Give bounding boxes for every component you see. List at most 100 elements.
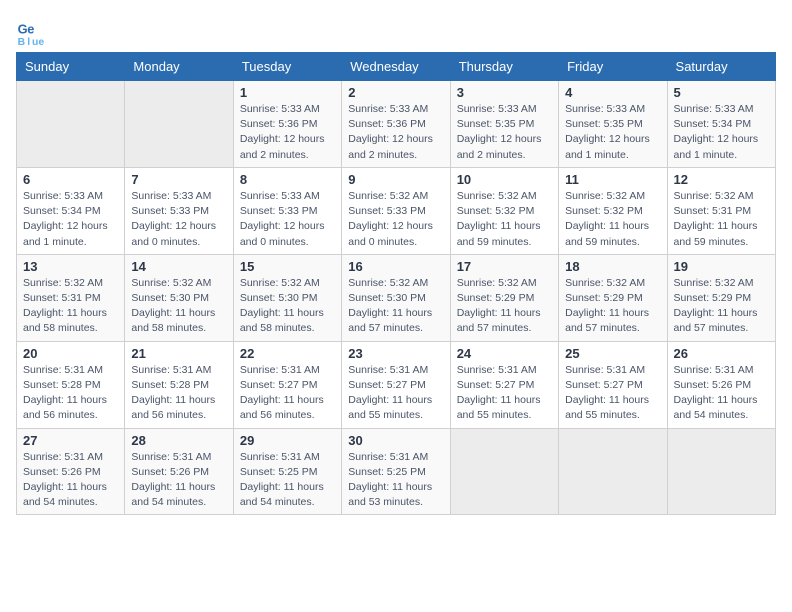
day-detail: Sunrise: 5:33 AM Sunset: 5:35 PM Dayligh… xyxy=(457,102,552,163)
day-detail: Sunrise: 5:32 AM Sunset: 5:29 PM Dayligh… xyxy=(565,276,660,337)
calendar-cell: 18Sunrise: 5:32 AM Sunset: 5:29 PM Dayli… xyxy=(559,254,667,341)
day-number: 25 xyxy=(565,346,660,361)
day-detail: Sunrise: 5:32 AM Sunset: 5:29 PM Dayligh… xyxy=(457,276,552,337)
calendar-cell: 29 Sunrise: 5:31 AM Sunset: 5:25 PM Dayli… xyxy=(233,428,341,515)
calendar-cell: 20 Sunrise: 5:31 AM Sunset: 5:28 PM Dayli… xyxy=(17,341,125,428)
calendar-cell xyxy=(667,428,775,515)
calendar-cell: 25Sunrise: 5:31 AM Sunset: 5:27 PM Dayli… xyxy=(559,341,667,428)
svg-text:l: l xyxy=(27,37,30,48)
day-detail: Sunrise: 5:31 AM Sunset: 5:27 PM Dayligh… xyxy=(240,363,335,424)
svg-text:e: e xyxy=(27,22,34,37)
day-detail: Sunrise: 5:32 AM Sunset: 5:31 PM Dayligh… xyxy=(23,276,118,337)
calendar-cell: 12Sunrise: 5:32 AM Sunset: 5:31 PM Dayli… xyxy=(667,167,775,254)
day-header-saturday: Saturday xyxy=(667,53,775,81)
day-detail: Sunrise: 5:31 AM Sunset: 5:25 PM Dayligh… xyxy=(240,450,335,511)
day-detail: Sunrise: 5:33 AM Sunset: 5:33 PM Dayligh… xyxy=(240,189,335,250)
day-detail: Sunrise: 5:32 AM Sunset: 5:32 PM Dayligh… xyxy=(565,189,660,250)
week-row-5: 27 Sunrise: 5:31 AM Sunset: 5:26 PM Dayli… xyxy=(17,428,776,515)
day-detail: Sunrise: 5:32 AM Sunset: 5:32 PM Dayligh… xyxy=(457,189,552,250)
day-header-thursday: Thursday xyxy=(450,53,558,81)
day-number: 11 xyxy=(565,172,660,187)
day-number: 10 xyxy=(457,172,552,187)
day-number: 22 xyxy=(240,346,335,361)
calendar-cell xyxy=(17,81,125,168)
calendar-cell: 17 Sunrise: 5:32 AM Sunset: 5:29 PM Dayli… xyxy=(450,254,558,341)
svg-text:G: G xyxy=(18,22,28,37)
calendar-table: SundayMondayTuesdayWednesdayThursdayFrid… xyxy=(16,52,776,515)
week-row-4: 20 Sunrise: 5:31 AM Sunset: 5:28 PM Dayli… xyxy=(17,341,776,428)
day-detail: Sunrise: 5:33 AM Sunset: 5:35 PM Dayligh… xyxy=(565,102,660,163)
day-detail: Sunrise: 5:31 AM Sunset: 5:27 PM Dayligh… xyxy=(457,363,552,424)
day-number: 4 xyxy=(565,85,660,100)
day-detail: Sunrise: 5:33 AM Sunset: 5:33 PM Dayligh… xyxy=(131,189,226,250)
calendar-cell: 5Sunrise: 5:33 AM Sunset: 5:34 PM Daylig… xyxy=(667,81,775,168)
calendar-cell: 2Sunrise: 5:33 AM Sunset: 5:36 PM Daylig… xyxy=(342,81,450,168)
day-number: 14 xyxy=(131,259,226,274)
calendar-cell: 28 Sunrise: 5:31 AM Sunset: 5:26 PM Dayli… xyxy=(125,428,233,515)
svg-text:e: e xyxy=(38,37,44,48)
day-number: 9 xyxy=(348,172,443,187)
day-detail: Sunrise: 5:31 AM Sunset: 5:28 PM Dayligh… xyxy=(23,363,118,424)
day-number: 24 xyxy=(457,346,552,361)
calendar-cell: 10 Sunrise: 5:32 AM Sunset: 5:32 PM Dayli… xyxy=(450,167,558,254)
day-number: 1 xyxy=(240,85,335,100)
day-detail: Sunrise: 5:31 AM Sunset: 5:26 PM Dayligh… xyxy=(674,363,769,424)
day-detail: Sunrise: 5:31 AM Sunset: 5:26 PM Dayligh… xyxy=(23,450,118,511)
day-number: 29 xyxy=(240,433,335,448)
day-number: 17 xyxy=(457,259,552,274)
calendar-cell: 27 Sunrise: 5:31 AM Sunset: 5:26 PM Dayli… xyxy=(17,428,125,515)
day-number: 30 xyxy=(348,433,443,448)
calendar-cell: 6Sunrise: 5:33 AM Sunset: 5:34 PM Daylig… xyxy=(17,167,125,254)
calendar-cell: 30Sunrise: 5:31 AM Sunset: 5:25 PM Dayli… xyxy=(342,428,450,515)
calendar-cell: 8 Sunrise: 5:33 AM Sunset: 5:33 PM Daylig… xyxy=(233,167,341,254)
day-detail: Sunrise: 5:32 AM Sunset: 5:30 PM Dayligh… xyxy=(131,276,226,337)
day-number: 26 xyxy=(674,346,769,361)
day-number: 20 xyxy=(23,346,118,361)
day-header-sunday: Sunday xyxy=(17,53,125,81)
calendar-cell: 26 Sunrise: 5:31 AM Sunset: 5:26 PM Dayli… xyxy=(667,341,775,428)
day-number: 16 xyxy=(348,259,443,274)
day-header-monday: Monday xyxy=(125,53,233,81)
logo-icon: G e B l u e xyxy=(16,16,48,48)
calendar-cell: 13 Sunrise: 5:32 AM Sunset: 5:31 PM Dayli… xyxy=(17,254,125,341)
calendar-cell: 1 Sunrise: 5:33 AM Sunset: 5:36 PM Daylig… xyxy=(233,81,341,168)
day-number: 13 xyxy=(23,259,118,274)
header: G e B l u e xyxy=(16,16,776,48)
calendar-cell: 24 Sunrise: 5:31 AM Sunset: 5:27 PM Dayli… xyxy=(450,341,558,428)
calendar-cell: 23 Sunrise: 5:31 AM Sunset: 5:27 PM Dayli… xyxy=(342,341,450,428)
week-row-1: 1 Sunrise: 5:33 AM Sunset: 5:36 PM Daylig… xyxy=(17,81,776,168)
week-row-2: 6Sunrise: 5:33 AM Sunset: 5:34 PM Daylig… xyxy=(17,167,776,254)
day-number: 7 xyxy=(131,172,226,187)
day-number: 27 xyxy=(23,433,118,448)
day-detail: Sunrise: 5:31 AM Sunset: 5:26 PM Dayligh… xyxy=(131,450,226,511)
calendar-cell: 3Sunrise: 5:33 AM Sunset: 5:35 PM Daylig… xyxy=(450,81,558,168)
svg-text:B: B xyxy=(18,37,26,48)
calendar-cell: 21Sunrise: 5:31 AM Sunset: 5:28 PM Dayli… xyxy=(125,341,233,428)
day-detail: Sunrise: 5:33 AM Sunset: 5:36 PM Dayligh… xyxy=(240,102,335,163)
calendar-cell xyxy=(559,428,667,515)
calendar-cell: 22 Sunrise: 5:31 AM Sunset: 5:27 PM Dayli… xyxy=(233,341,341,428)
calendar-cell: 4 Sunrise: 5:33 AM Sunset: 5:35 PM Daylig… xyxy=(559,81,667,168)
day-detail: Sunrise: 5:32 AM Sunset: 5:33 PM Dayligh… xyxy=(348,189,443,250)
logo: G e B l u e xyxy=(16,16,52,48)
calendar-cell: 7 Sunrise: 5:33 AM Sunset: 5:33 PM Daylig… xyxy=(125,167,233,254)
calendar-cell: 15Sunrise: 5:32 AM Sunset: 5:30 PM Dayli… xyxy=(233,254,341,341)
week-row-3: 13 Sunrise: 5:32 AM Sunset: 5:31 PM Dayli… xyxy=(17,254,776,341)
day-number: 2 xyxy=(348,85,443,100)
day-number: 5 xyxy=(674,85,769,100)
day-detail: Sunrise: 5:32 AM Sunset: 5:30 PM Dayligh… xyxy=(240,276,335,337)
day-detail: Sunrise: 5:32 AM Sunset: 5:31 PM Dayligh… xyxy=(674,189,769,250)
day-headers: SundayMondayTuesdayWednesdayThursdayFrid… xyxy=(17,53,776,81)
calendar-cell xyxy=(125,81,233,168)
calendar-cell: 19Sunrise: 5:32 AM Sunset: 5:29 PM Dayli… xyxy=(667,254,775,341)
calendar-cell: 14 Sunrise: 5:32 AM Sunset: 5:30 PM Dayli… xyxy=(125,254,233,341)
svg-text:u: u xyxy=(32,37,38,48)
day-header-tuesday: Tuesday xyxy=(233,53,341,81)
day-number: 23 xyxy=(348,346,443,361)
day-number: 28 xyxy=(131,433,226,448)
day-number: 19 xyxy=(674,259,769,274)
day-number: 6 xyxy=(23,172,118,187)
calendar-cell xyxy=(450,428,558,515)
day-detail: Sunrise: 5:31 AM Sunset: 5:27 PM Dayligh… xyxy=(348,363,443,424)
day-number: 8 xyxy=(240,172,335,187)
